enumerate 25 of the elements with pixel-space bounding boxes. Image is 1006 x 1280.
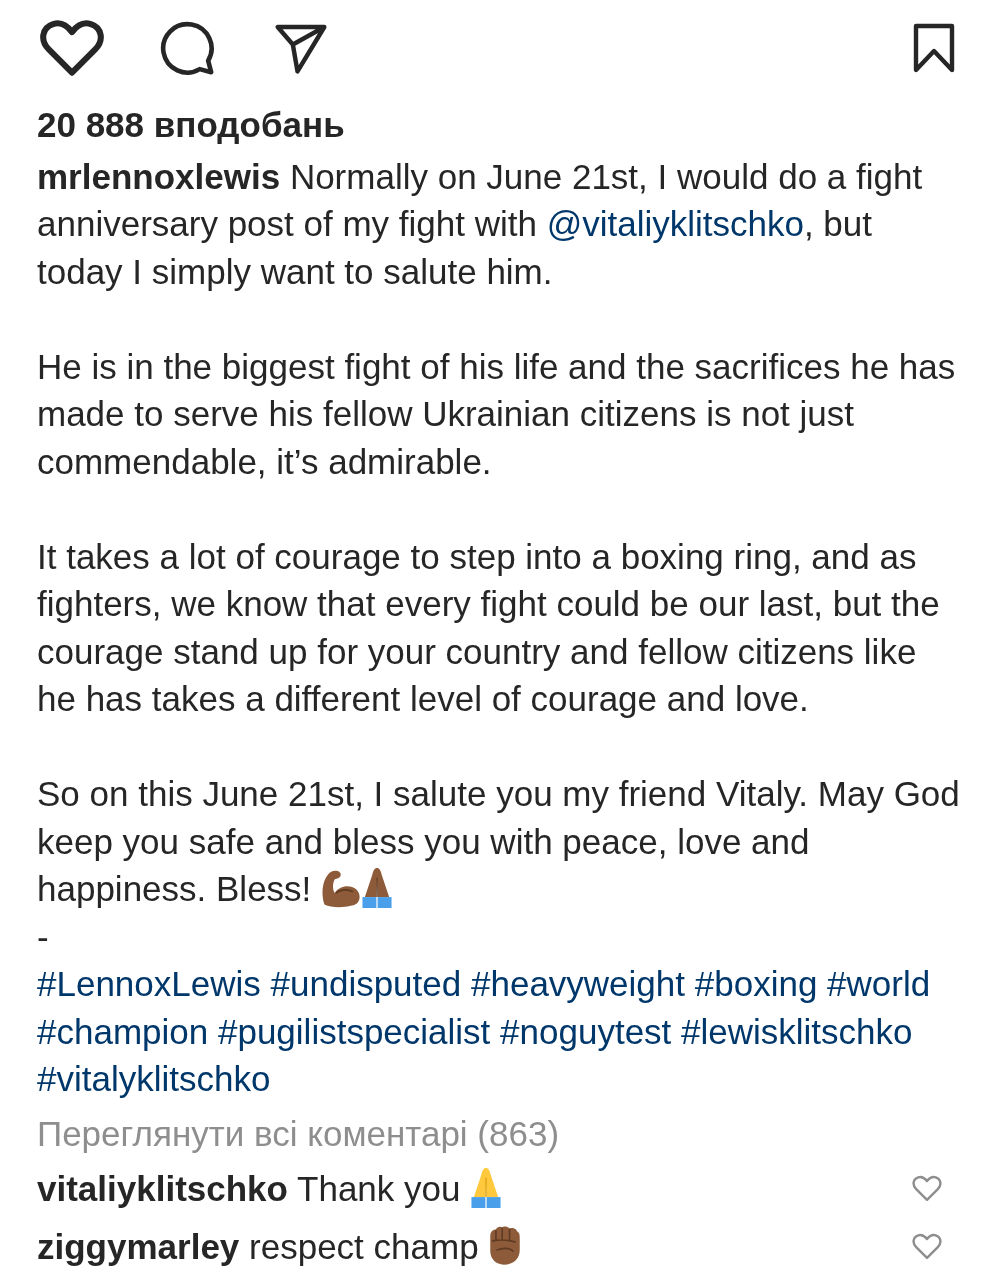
mention-link[interactable]: @vitaliyklitschko (546, 204, 804, 243)
like-button[interactable] (40, 19, 104, 77)
caption-text: He is in the biggest fight of his life and the sacrifices he has made to serve his fellow Ukrainian citizens is not just commendable, it’s admirable. (37, 346, 956, 481)
caption-text: It takes a lot of courage to step into a boxing ring, and as fighters, we know that every fight could be our last, but the courage stand up for your country and fellow citizens like he has takes a different level of courage and love. (37, 536, 940, 718)
hashtag-link[interactable]: #boxing (694, 964, 818, 1003)
username-link[interactable]: mrlennoxlewis (37, 156, 281, 196)
hashtag-link[interactable]: #champion (37, 1011, 209, 1051)
comment-like-button[interactable] (912, 1175, 942, 1202)
comment-text: Thank you (297, 1169, 461, 1208)
comment-button[interactable] (158, 19, 216, 77)
hashtag-link[interactable]: #undisputed (270, 964, 462, 1003)
hashtag-link[interactable]: #noguytest (500, 1011, 672, 1051)
like-count[interactable]: 20 888 вподобань (37, 101, 345, 149)
hashtag-link[interactable]: #world (827, 964, 931, 1003)
hashtag-link[interactable]: #LennoxLewis (37, 964, 261, 1003)
hashtag-link[interactable]: #lewisklitschko (681, 1011, 913, 1051)
comment-username-link[interactable]: ziggymarley (37, 1227, 240, 1266)
caption-text: mrlennoxlewis Normally on June 21st, I would do a fight anniversary post of my fight with @vitaliyklitschko, but today I simply want to salute him. (37, 156, 923, 291)
hashtag-link[interactable]: #heavyweight (471, 964, 686, 1003)
comment-username-link[interactable]: vitaliyklitschko (37, 1169, 288, 1208)
caption-text: - (37, 916, 49, 956)
comment-text: respect champ (249, 1227, 479, 1266)
hashtag-link[interactable]: #pugilistspecialist (217, 1011, 491, 1051)
hashtag-link[interactable]: #vitalyklitschko (37, 1059, 271, 1098)
comment-like-button[interactable] (912, 1233, 942, 1260)
